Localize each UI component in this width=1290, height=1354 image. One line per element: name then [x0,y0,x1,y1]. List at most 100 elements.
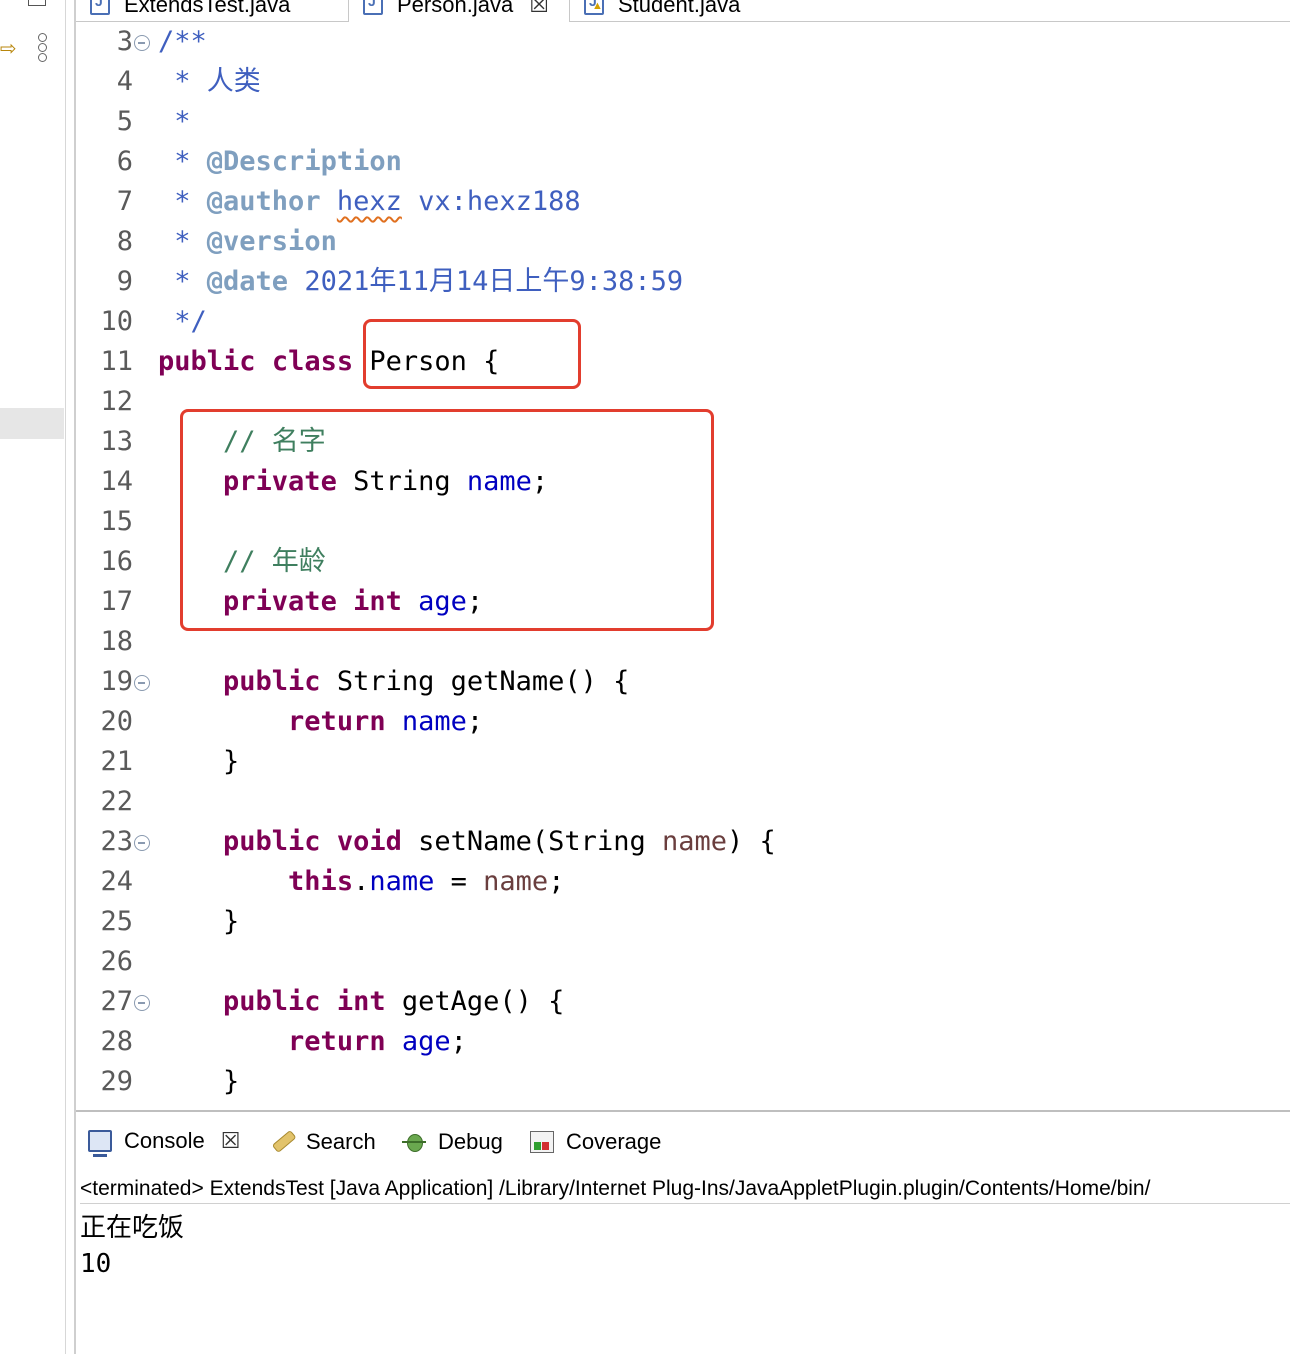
code-text: * @date 2021年11月14日上午9:38:59 [158,262,683,302]
code-line: 6 * @Description [76,142,1290,182]
line-number: 18 [100,626,133,657]
line-number: 10 [100,306,133,337]
code-text: public int getAge() { [158,982,564,1022]
code-token: } [158,1066,240,1097]
tab-person[interactable]: Person.java ☒ [348,0,570,22]
code-line: 10 */ [76,302,1290,342]
code-token: public [223,986,321,1017]
fold-toggle-icon[interactable] [134,835,150,851]
tab-student[interactable]: ▲ Student.java [570,0,790,22]
code-token: this [288,866,354,897]
code-text: this.name = name; [158,862,564,902]
tab-extendstest[interactable]: ExtendsTest.java [76,0,348,22]
tab-label: ExtendsTest.java [124,0,291,17]
line-number: 5 [116,106,133,137]
code-line: 27 public int getAge() { [76,982,1290,1022]
fold-toggle-icon[interactable] [134,995,150,1011]
code-text: * [158,102,190,142]
console-output[interactable]: 正在吃饭 10 [80,1210,1280,1282]
code-token: name [369,866,435,897]
line-number: 3 [116,26,133,57]
code-line: 21 } [76,742,1290,782]
code-text: // 年龄 [158,542,326,582]
tab-console[interactable]: Console ☒ [88,1122,241,1162]
code-text: * @author hexz vx:hexz188 [158,182,581,222]
line-number: 14 [100,466,133,497]
code-token: @author [206,186,321,217]
code-token: setName(String [401,826,662,857]
code-text: return name; [158,702,483,742]
code-text: private String name; [158,462,548,502]
code-line: 15 [76,502,1290,542]
search-icon [266,1126,299,1158]
java-file-icon [363,0,383,15]
code-token: ) { [727,826,776,857]
console-tab-bar: Console ☒ Search Debug Coverage [76,1114,1290,1176]
code-token: age [418,586,467,617]
line-number: 20 [100,706,133,737]
code-token: * [158,186,207,217]
fold-toggle-icon[interactable] [134,35,150,51]
tab-label: Student.java [618,0,741,17]
code-line: 19 public String getName() { [76,662,1290,702]
code-text: * @version [158,222,337,262]
code-token: = [434,866,484,897]
selection-band [0,408,64,439]
code-text: * 人类 [158,62,261,102]
code-token: } [158,746,240,777]
code-token: void [336,826,402,857]
console-icon [88,1130,112,1157]
tab-search[interactable]: Search [270,1122,376,1162]
more-options-icon[interactable] [36,32,48,62]
code-token: vx:hexz188 [401,186,581,217]
code-token: getAge() { [385,986,565,1017]
tab-debug[interactable]: Debug [402,1122,503,1162]
code-text: * @Description [158,142,402,182]
code-line: 9 * @date 2021年11月14日上午9:38:59 [76,262,1290,302]
code-token: public [223,666,321,697]
code-text: } [158,1062,239,1102]
code-token: 2021年11月14日上午9:38:59 [288,266,684,297]
code-line: 12 [76,382,1290,422]
link-editor-icon[interactable]: ⇨ [0,36,17,60]
line-number: 21 [100,746,133,777]
code-token: String [336,466,467,497]
tab-label: Coverage [566,1129,662,1154]
code-token: */ [158,306,207,337]
code-editor[interactable]: 3/** 4 * 人类 5 * 6 * @Description 7 * @author… [76,22,1290,1112]
tab-coverage[interactable]: Coverage [530,1122,661,1162]
code-token: * [158,226,207,257]
editor-tab-bar: ExtendsTest.java Person.java ☒ ▲ Student… [76,0,1290,22]
code-token: /** [158,26,207,57]
code-line: 8 * @version [76,222,1290,262]
close-icon[interactable]: ☒ [529,0,549,18]
line-number: 15 [100,506,133,537]
code-token: ; [466,586,484,617]
line-number: 22 [100,786,133,817]
code-line: 4 * 人类 [76,62,1290,102]
code-line: 24 this.name = name; [76,862,1290,902]
minimize-button[interactable] [28,0,46,6]
code-token: return [288,1026,386,1057]
code-text: return age; [158,1022,467,1062]
line-number: 8 [116,226,133,257]
code-token: Person { [353,346,500,377]
line-number: 19 [100,666,133,697]
line-number: 28 [100,1026,133,1057]
fold-toggle-icon[interactable] [134,675,150,691]
code-token: public [223,826,321,857]
line-number: 29 [100,1066,133,1097]
line-number: 25 [100,906,133,937]
close-icon[interactable]: ☒ [221,1128,241,1154]
code-token: @version [206,226,337,257]
